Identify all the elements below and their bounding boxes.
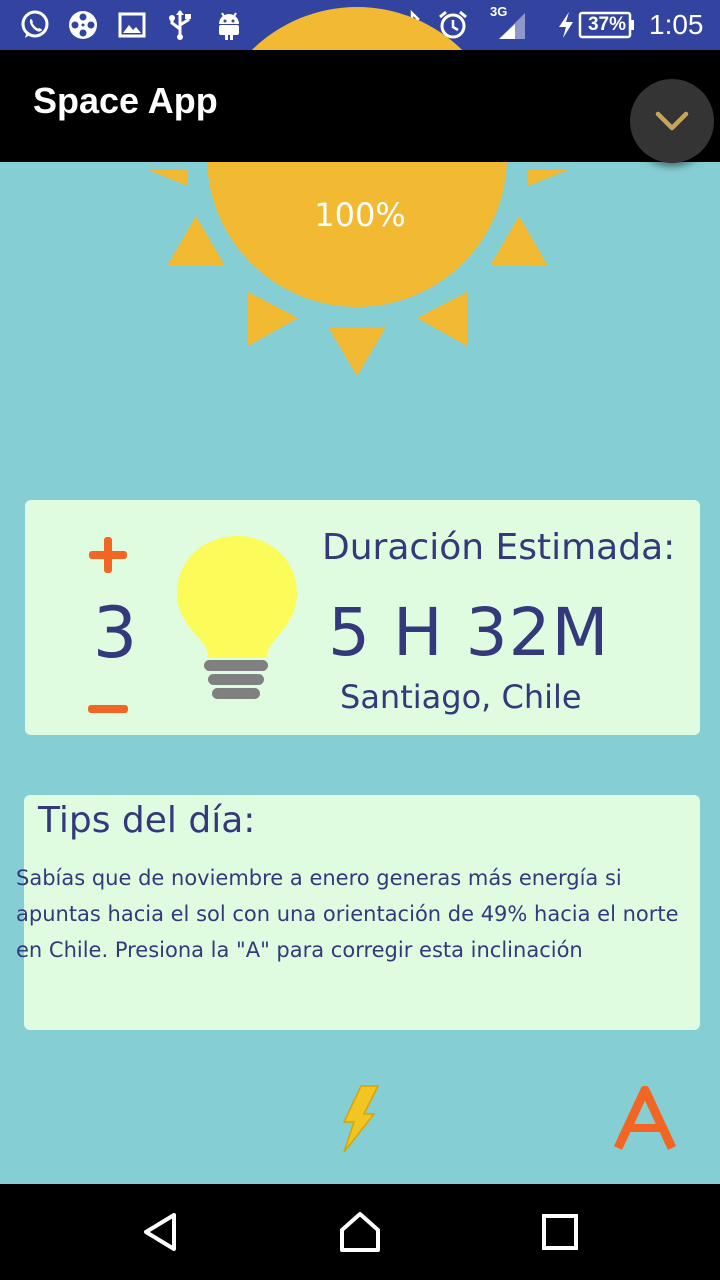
app-bar: Space App bbox=[0, 50, 720, 162]
home-button[interactable] bbox=[334, 1206, 386, 1258]
back-button[interactable] bbox=[134, 1206, 186, 1258]
sun-ray bbox=[148, 170, 188, 186]
sun-ray bbox=[490, 216, 548, 266]
adjust-inclination-button[interactable] bbox=[610, 1085, 680, 1152]
app-title: Space App bbox=[33, 80, 218, 121]
sun-ray bbox=[167, 216, 225, 266]
chevron-down-icon bbox=[655, 111, 689, 131]
recents-button[interactable] bbox=[534, 1206, 586, 1258]
bulb-count: 3 bbox=[92, 592, 138, 674]
location-label: Santiago, Chile bbox=[340, 678, 582, 716]
sun-ray bbox=[528, 170, 568, 186]
letter-a-icon bbox=[613, 1085, 677, 1150]
back-icon bbox=[144, 1213, 176, 1251]
lightbulb-icon bbox=[177, 536, 297, 699]
navigation-bar bbox=[0, 1184, 720, 1280]
minus-icon bbox=[88, 705, 128, 713]
lightning-bolt-icon bbox=[342, 1085, 380, 1153]
recents-icon bbox=[542, 1214, 578, 1250]
sun-ray bbox=[248, 292, 298, 346]
decrease-button[interactable] bbox=[86, 697, 130, 721]
home-icon bbox=[340, 1212, 380, 1252]
energy-button[interactable] bbox=[336, 1084, 382, 1154]
plus-icon bbox=[89, 537, 127, 573]
tips-body: Sabías que de noviembre a enero generas … bbox=[16, 866, 679, 962]
increase-button[interactable] bbox=[86, 533, 130, 577]
duration-value: 5 H 32M bbox=[328, 594, 610, 671]
tips-title: Tips del día: bbox=[38, 800, 256, 841]
sun-ray bbox=[328, 327, 386, 376]
duration-title: Duración Estimada: bbox=[322, 527, 676, 568]
dropdown-button[interactable] bbox=[630, 79, 714, 163]
sun-ray bbox=[417, 292, 467, 346]
sun-percent-label: 100% bbox=[314, 196, 406, 234]
